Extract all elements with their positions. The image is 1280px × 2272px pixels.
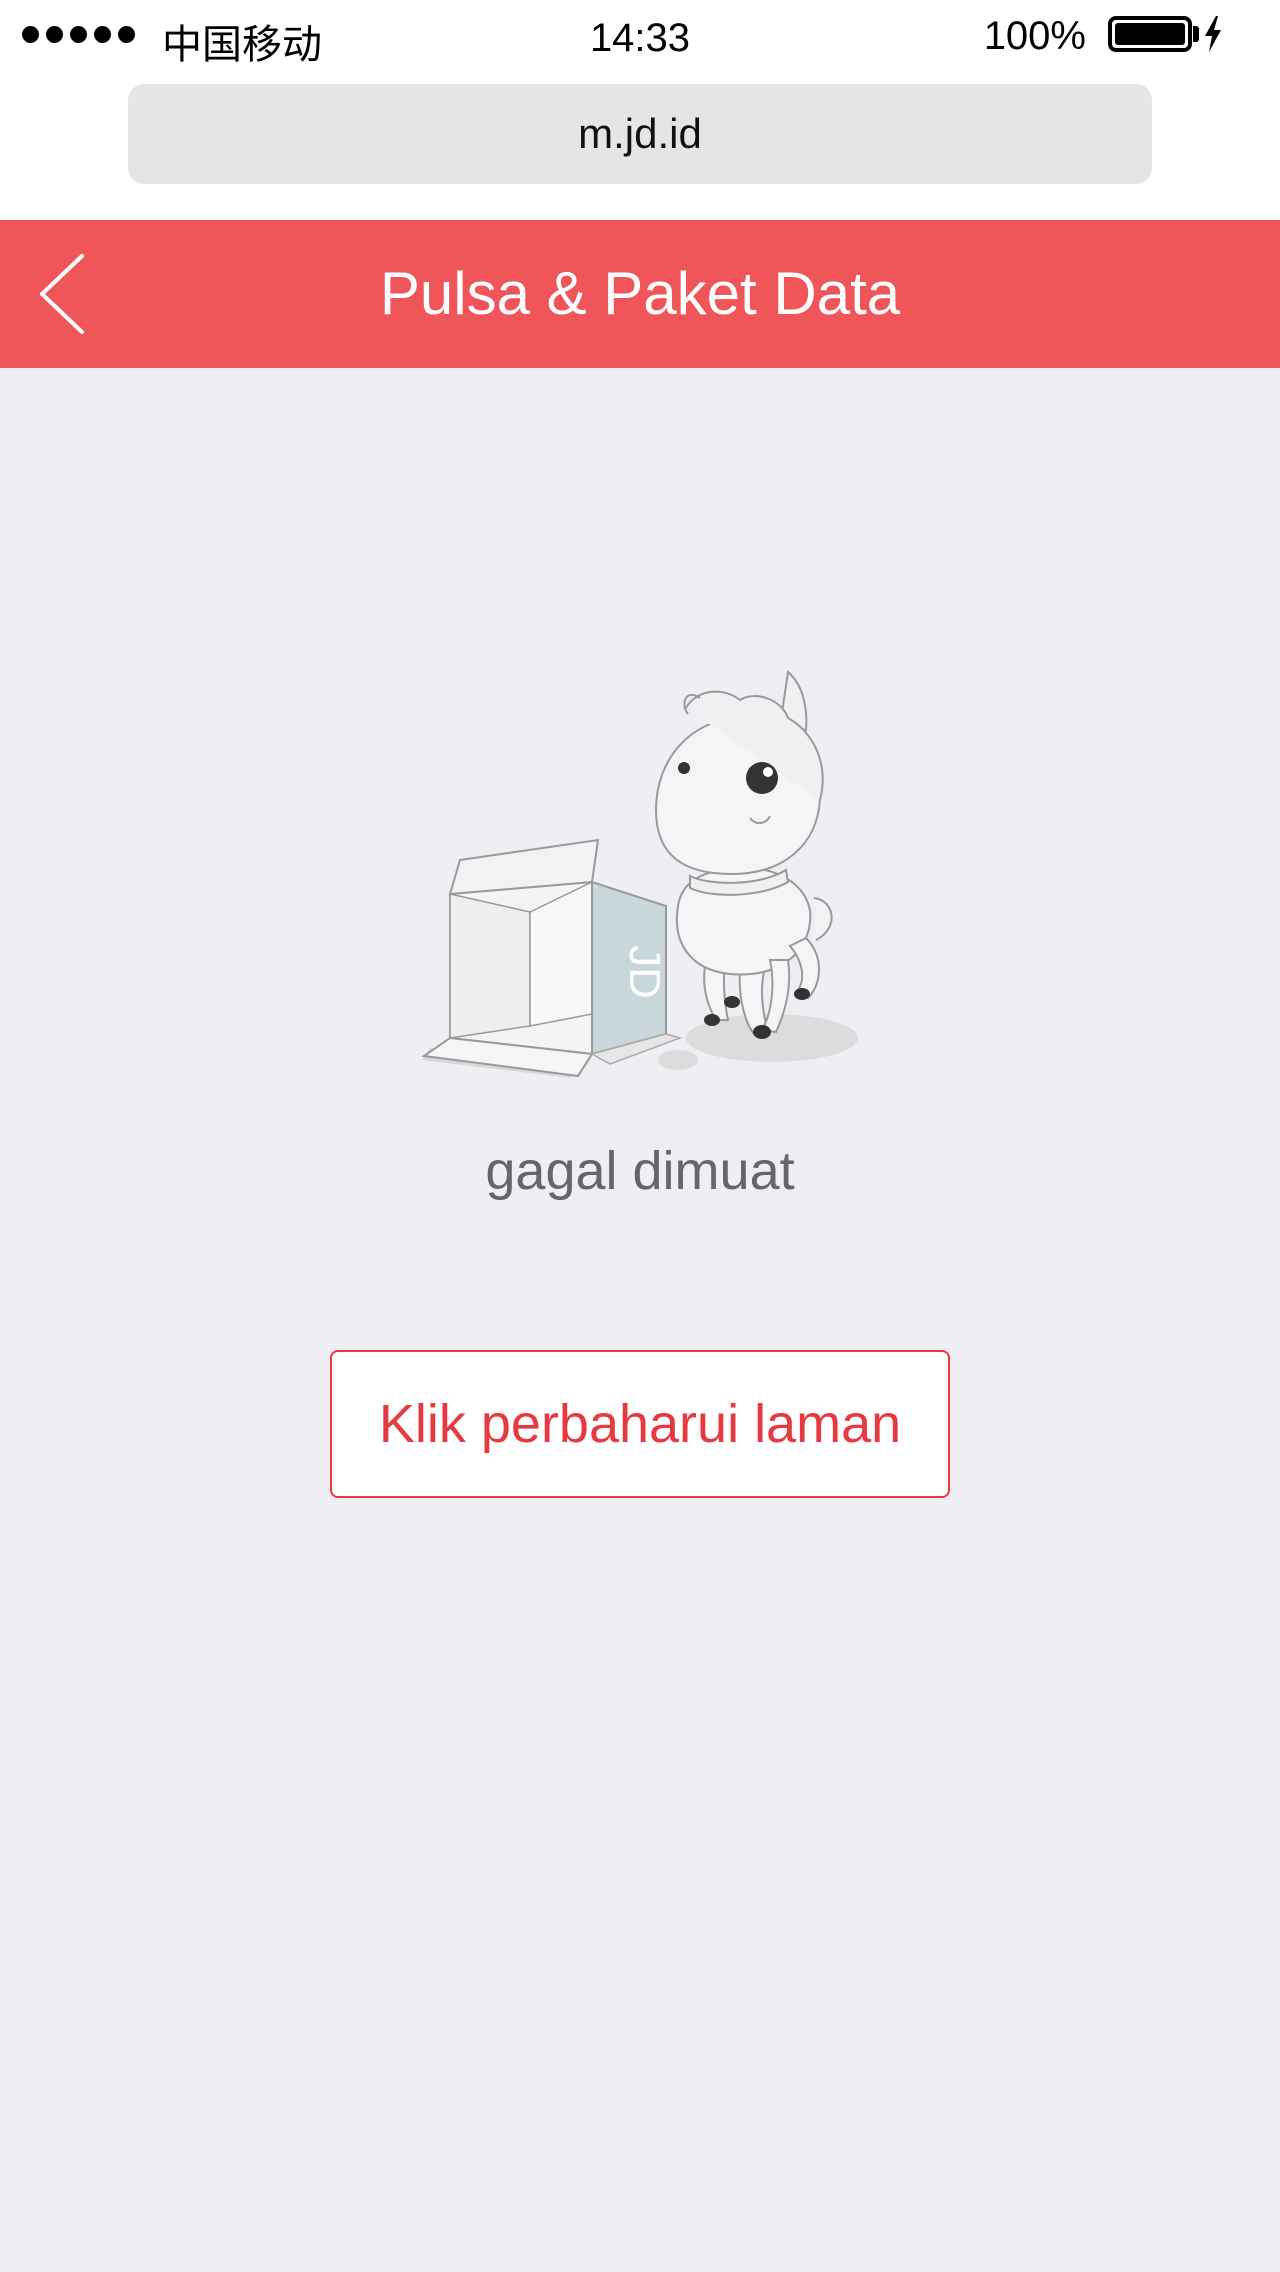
- address-bar[interactable]: m.jd.id: [128, 84, 1152, 184]
- status-time: 14:33: [589, 16, 691, 60]
- status-bar: 中国移动 14:33 100%: [0, 0, 1280, 74]
- error-message: gagal dimuat: [485, 1141, 795, 1201]
- battery-icon: [1108, 16, 1192, 52]
- error-illustration: JD: [421, 670, 858, 1078]
- browser-address-area: m.jd.id: [0, 74, 1280, 220]
- pony-mascot-icon: [654, 670, 833, 1036]
- page-header: Pulsa & Paket Data: [0, 220, 1280, 368]
- page-title: Pulsa & Paket Data: [379, 260, 901, 327]
- charging-bolt-icon: [1205, 16, 1221, 52]
- box-label: JD: [620, 945, 669, 999]
- refresh-page-button[interactable]: Klik perbaharui laman: [330, 1350, 950, 1498]
- battery-percent: 100%: [983, 14, 1086, 58]
- battery-nub: [1193, 26, 1199, 42]
